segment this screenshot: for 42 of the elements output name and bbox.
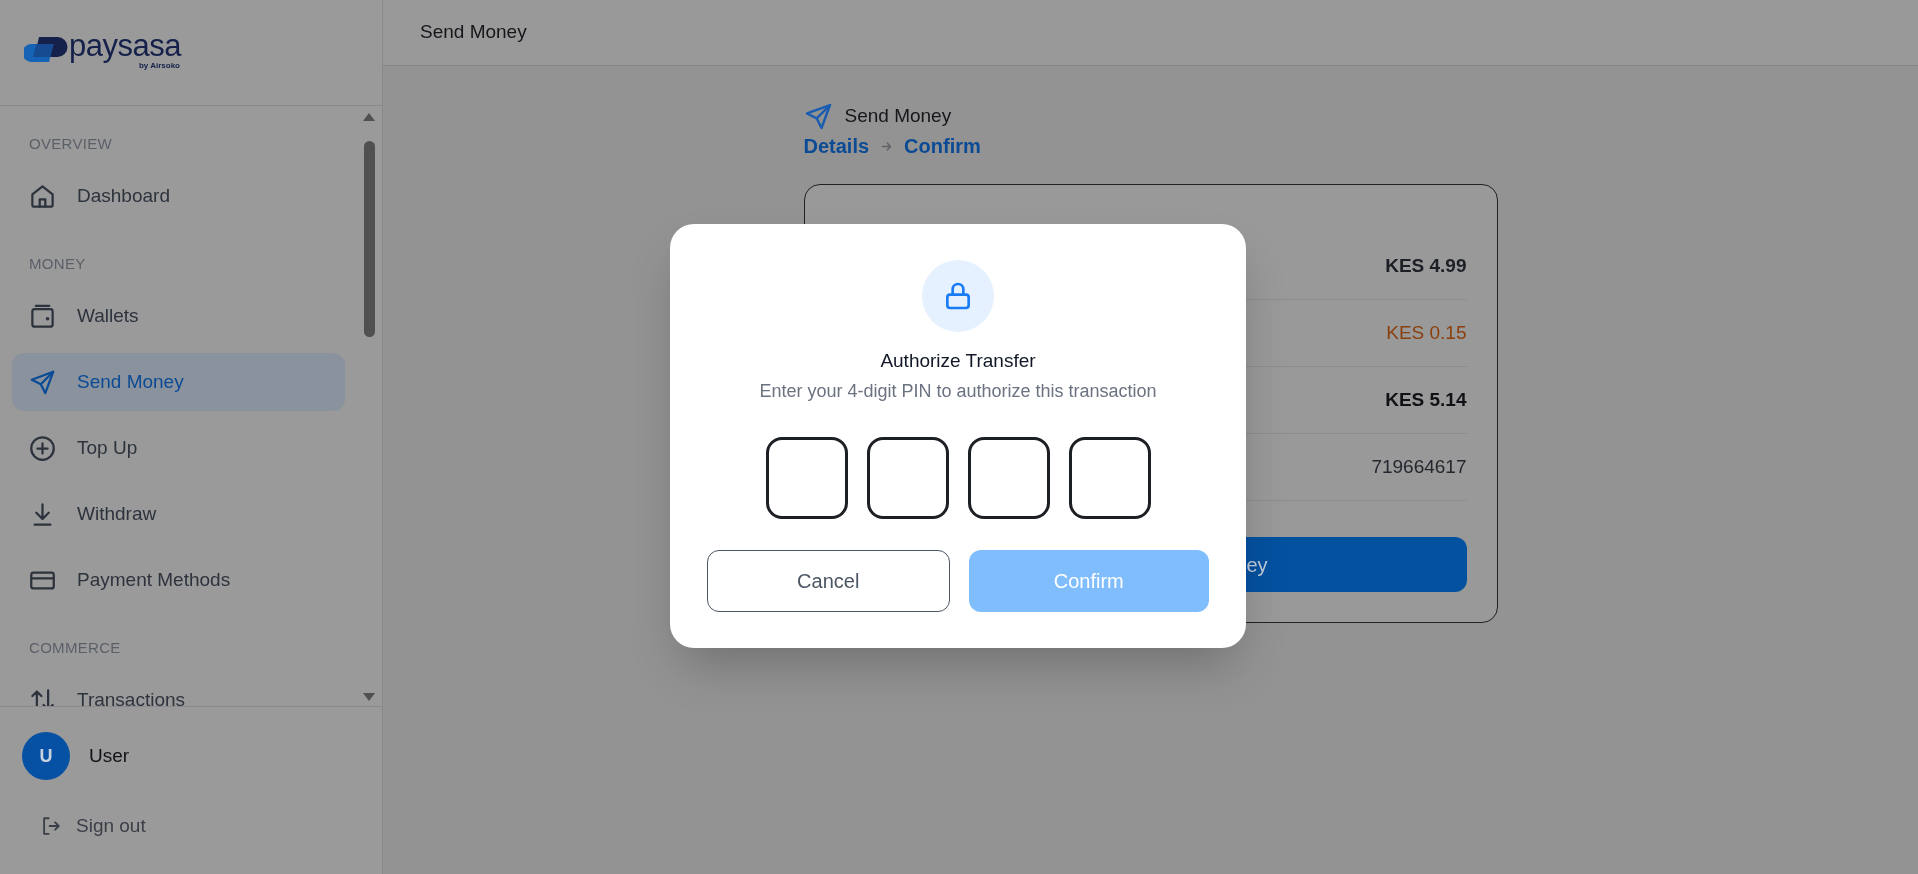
scroll-up-icon[interactable] (363, 113, 375, 121)
summary-value: KES 4.99 (1385, 253, 1467, 278)
modal-title: Authorize Transfer (880, 349, 1036, 373)
step-label: Confirm (904, 134, 981, 159)
brand-tagline: by Airsoko (138, 61, 180, 70)
sidebar-item[interactable]: Transactions (12, 671, 345, 706)
send-icon (29, 368, 56, 396)
sidebar-item[interactable]: Dashboard (12, 167, 345, 225)
home-icon (29, 182, 56, 210)
brand-name: paysasa (69, 31, 181, 61)
header-title: Send Money (420, 20, 527, 45)
pin-input[interactable] (967, 437, 1050, 519)
sidebar-item[interactable]: Withdraw (12, 485, 345, 543)
scroll-down-icon[interactable] (363, 693, 375, 701)
modal-message: Enter your 4-digit PIN to authorize this transaction (759, 380, 1157, 403)
wallet-icon (29, 302, 56, 330)
summary-value: 719664617 (1371, 454, 1467, 479)
sidebar-item[interactable]: Send Money (12, 353, 345, 411)
user-avatar: U (22, 732, 70, 780)
logo-icon (24, 36, 68, 63)
sign-out-icon (40, 815, 62, 838)
section-label: MONEY (28, 254, 87, 274)
sign-out-link[interactable]: Sign out (40, 812, 146, 841)
plus-circle-icon (29, 434, 56, 462)
pin-input[interactable] (866, 437, 949, 519)
pin-input[interactable] (765, 437, 848, 519)
up-down-arrows-icon (29, 686, 56, 706)
send-icon (803, 101, 833, 131)
sidebar-item[interactable]: Payment Methods (12, 551, 345, 609)
sidebar-item[interactable]: Wallets (12, 287, 345, 345)
pin-input[interactable] (1068, 437, 1151, 519)
step-label: Details (803, 134, 870, 159)
page-heading: Send Money (844, 103, 952, 128)
sidebar-item[interactable]: Top Up (12, 419, 345, 477)
user-name: User (89, 743, 130, 768)
scrollbar-thumb[interactable] (363, 141, 375, 337)
arrow-right-icon (881, 140, 893, 152)
section-label: COMMERCE (28, 638, 122, 658)
summary-value: KES 0.15 (1386, 320, 1467, 345)
section-label: OVERVIEW (28, 134, 113, 154)
cancel-button[interactable]: Cancel (707, 550, 950, 612)
summary-value: KES 5.14 (1385, 387, 1467, 412)
